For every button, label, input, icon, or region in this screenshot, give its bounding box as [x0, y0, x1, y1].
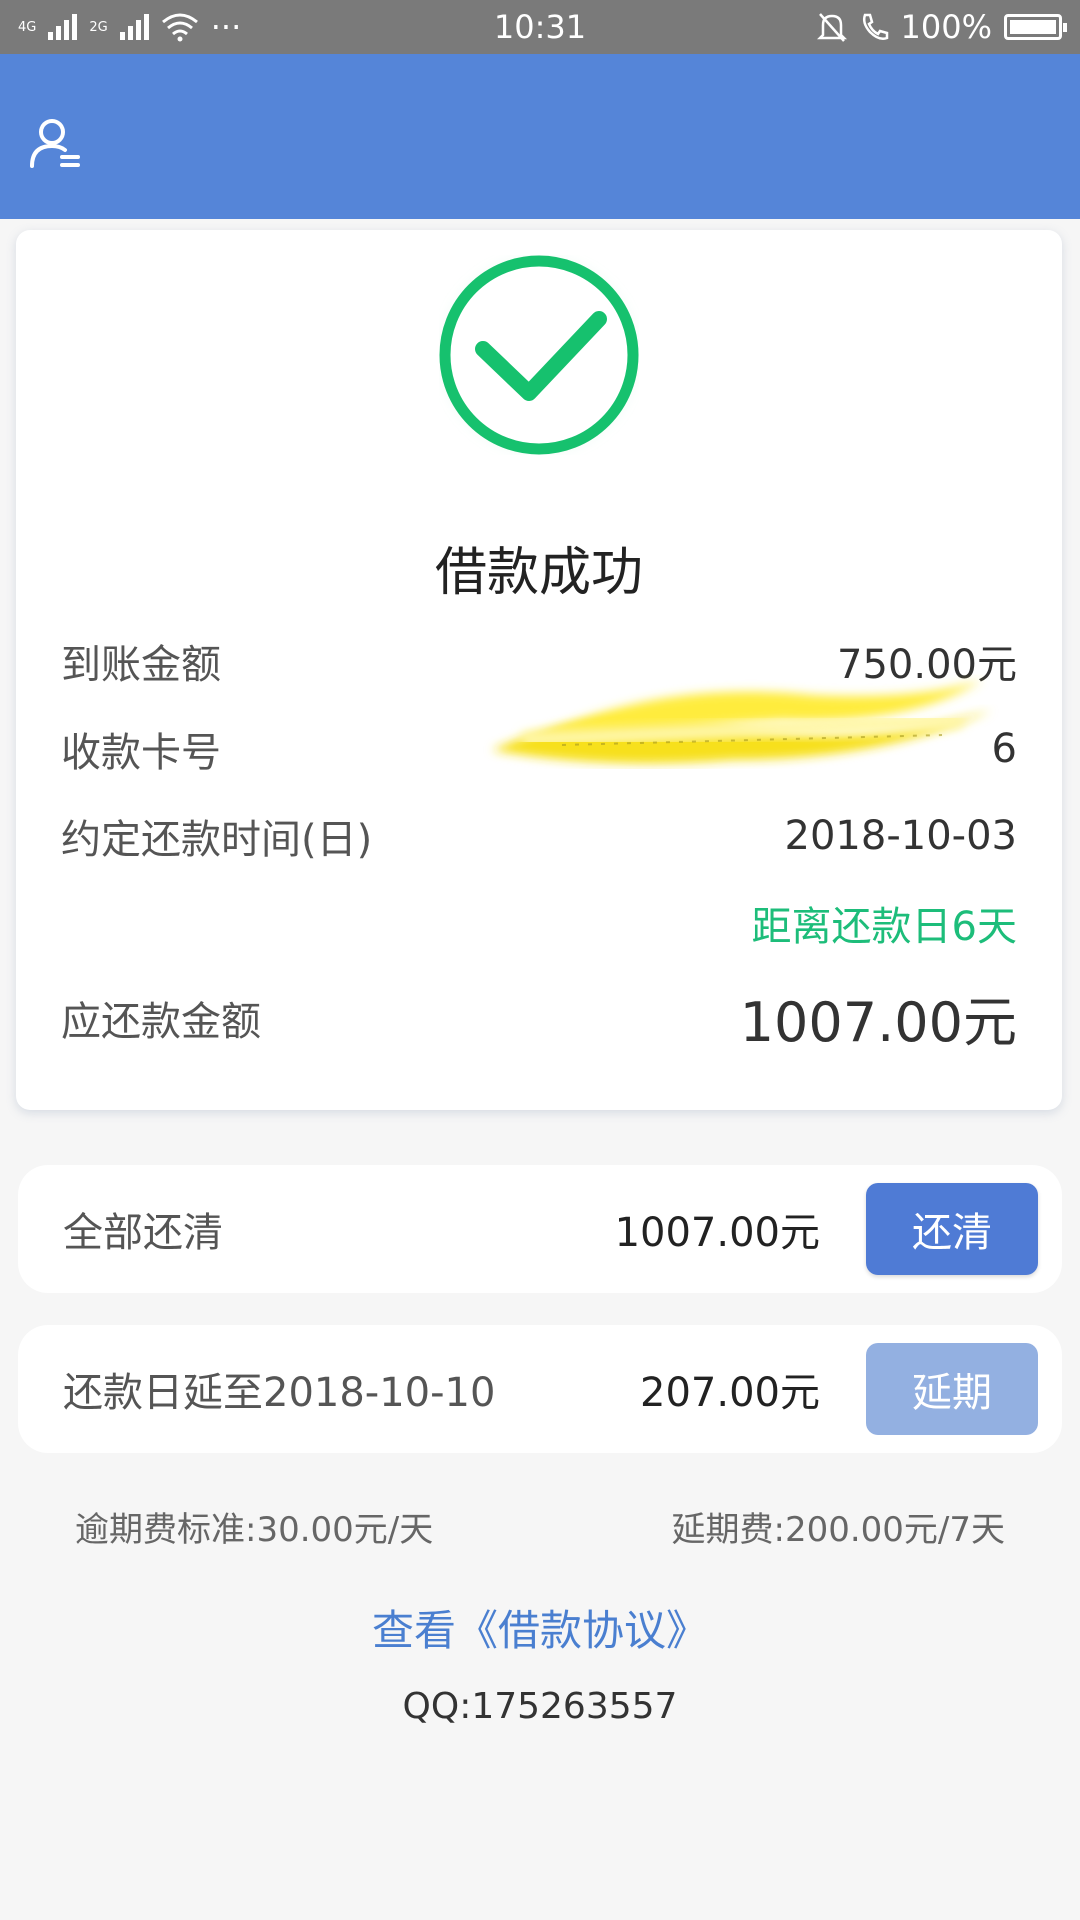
repay-all-amount: 1007.00元 — [614, 1210, 820, 1256]
repay-all-row: 全部还清 1007.00元 还清 — [18, 1165, 1062, 1293]
check-circle-icon — [439, 255, 639, 455]
repay-all-label: 全部还清 — [63, 1210, 223, 1256]
repay-amount-row: 应还款金额 1007.00元 — [61, 978, 1017, 1057]
network-4g-label: 4G — [18, 19, 37, 35]
card-number-label: 收款卡号 — [61, 730, 221, 776]
battery-percent: 100% — [900, 8, 992, 46]
app-header — [0, 54, 1080, 219]
status-left: 4G 2G ··· — [18, 8, 241, 46]
mute-bell-icon — [816, 13, 847, 42]
card-number-value: 6 — [991, 726, 1017, 772]
card-number-row: 收款卡号 6 — [61, 720, 1017, 778]
days-until-due: 距离还款日6天 — [751, 904, 1017, 950]
due-date-value: 2018-10-03 — [784, 813, 1017, 859]
overdue-fee-text: 逾期费标准:30.00元/天 — [75, 1510, 434, 1550]
wifi-icon — [161, 13, 198, 42]
repay-amount-value: 1007.00元 — [739, 991, 1017, 1054]
repay-amount-label: 应还款金额 — [61, 998, 261, 1045]
qq-contact: QQ:175263557 — [402, 1686, 678, 1727]
network-2g-label: 2G — [89, 19, 108, 35]
result-title: 借款成功 — [434, 543, 643, 603]
received-amount-label: 到账金额 — [61, 642, 221, 688]
repay-all-button[interactable]: 还清 — [866, 1183, 1038, 1275]
battery-icon — [1004, 14, 1067, 40]
due-date-row: 约定还款时间(日) 2018-10-03 — [61, 807, 1017, 865]
signal-icon — [48, 14, 78, 40]
extension-fee-text: 延期费:200.00元/7天 — [671, 1510, 1005, 1550]
status-right: 100% — [816, 8, 1067, 46]
more-indicator: ··· — [210, 8, 242, 46]
extend-amount: 207.00元 — [640, 1370, 820, 1416]
received-amount-row: 到账金额 750.00元 — [61, 632, 1017, 690]
signal-icon-2 — [119, 14, 149, 40]
fee-info: 逾期费标准:30.00元/天 延期费:200.00元/7天 — [75, 1502, 1005, 1551]
extend-label: 还款日延至2018-10-10 — [63, 1370, 496, 1416]
countdown-row: 距离还款日6天 — [61, 894, 1017, 952]
call-icon — [862, 13, 888, 40]
user-list-icon[interactable] — [28, 116, 82, 170]
status-bar: 4G 2G ··· 10:31 100% — [0, 0, 1080, 54]
loan-success-card: 借款成功 到账金额 750.00元 收款卡号 6 约定还款时间(日) 2018-… — [16, 230, 1062, 1110]
loan-agreement-link[interactable]: 查看《借款协议》 — [0, 1597, 1080, 1658]
received-amount-value: 750.00元 — [837, 642, 1017, 688]
due-date-label: 约定还款时间(日) — [61, 817, 373, 863]
extend-row: 还款日延至2018-10-10 207.00元 延期 — [18, 1325, 1062, 1453]
battery-fill — [1010, 20, 1056, 34]
extend-button[interactable]: 延期 — [866, 1343, 1038, 1435]
